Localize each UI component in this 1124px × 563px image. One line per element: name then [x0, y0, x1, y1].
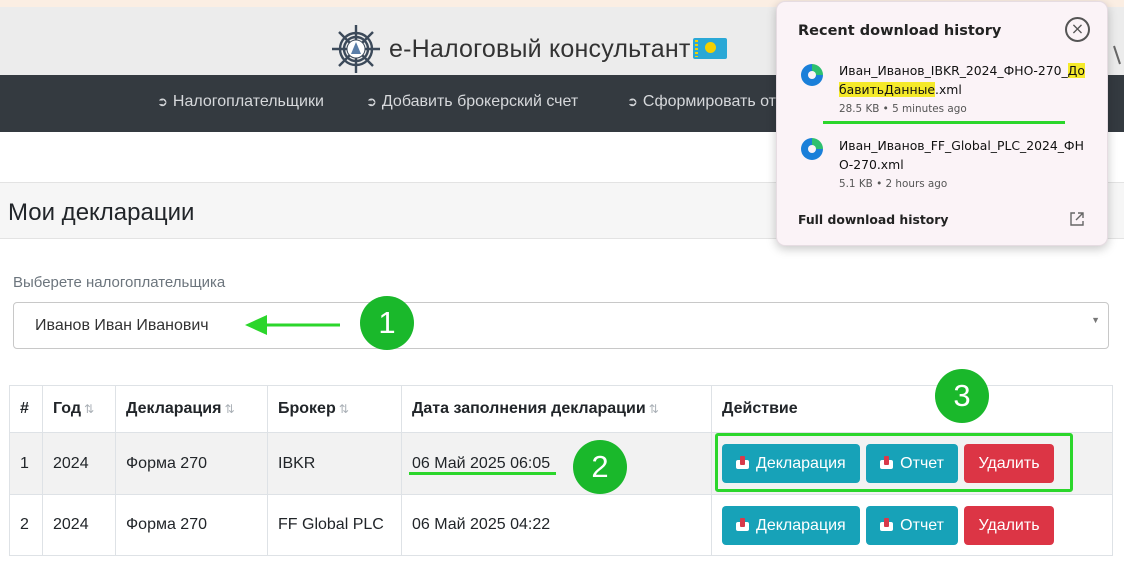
annotation-badge-3: 3: [935, 369, 989, 423]
nav-item-generate[interactable]: ➲ Сформировать от: [627, 93, 776, 111]
arrow-circle-icon: ➲: [366, 94, 377, 109]
sort-icon: ⇅: [84, 402, 95, 416]
row-num: 2: [9, 494, 43, 556]
annotation-underline-date: [409, 472, 556, 475]
taxpayer-select[interactable]: Иванов Иван Иванович ▼: [13, 302, 1109, 349]
row-broker: FF Global PLC: [267, 494, 402, 556]
download-history-popup: Recent download history × Иван_Иванов_IB…: [776, 1, 1108, 246]
row-broker: IBKR: [267, 432, 402, 495]
column-header-num: #: [9, 385, 43, 433]
download-item-2-name[interactable]: Иван_Иванов_FF_Global_PLC_2024_ФНО-270.x…: [839, 136, 1087, 174]
close-icon[interactable]: ×: [1065, 17, 1090, 42]
edge-browser-icon: [801, 138, 823, 160]
external-link-icon[interactable]: [1069, 211, 1085, 227]
site-title: е-Налоговый консультант: [389, 35, 691, 63]
annotation-badge-2: 2: [573, 440, 627, 494]
row-num: 1: [9, 432, 43, 495]
column-header-year[interactable]: Год ⇅: [42, 385, 116, 433]
download-box-icon: [880, 517, 894, 531]
kazakhstan-flag-icon: [693, 38, 727, 59]
row-actions: Декларация Отчет Удалить: [711, 494, 1113, 556]
row-form: Форма 270: [115, 432, 268, 495]
column-header-date[interactable]: Дата заполнения декларации ⇅: [401, 385, 712, 433]
report-button[interactable]: Отчет: [866, 505, 958, 545]
row-date: 06 Май 2025 06:05: [401, 432, 712, 495]
column-header-broker[interactable]: Брокер ⇅: [267, 385, 402, 433]
download-box-icon: [736, 517, 749, 531]
sort-icon: ⇅: [648, 402, 659, 416]
nav-item-add-broker[interactable]: ➲ Добавить брокерский счет: [366, 93, 578, 111]
delete-button[interactable]: Удалить: [964, 505, 1054, 545]
table-row: 2 2024 Форма 270 FF Global PLC 06 Май 20…: [9, 494, 1113, 556]
column-header-declaration[interactable]: Декларация ⇅: [115, 385, 268, 433]
sort-icon: ⇅: [338, 402, 349, 416]
page-title: Мои декларации: [8, 199, 195, 226]
arrow-circle-icon: ➲: [157, 94, 168, 109]
taxpayer-select-label: Выберете налогоплательщика: [13, 274, 226, 291]
sort-icon: ⇅: [224, 402, 235, 416]
row-year: 2024: [42, 432, 116, 495]
annotation-underline-download: [823, 121, 1065, 124]
full-download-history-link[interactable]: Full download history: [798, 212, 949, 227]
download-item-1-meta: 28.5 KB • 5 minutes ago: [839, 103, 967, 115]
download-item-1-name[interactable]: Иван_Иванов_IBKR_2024_ФНО-270_ДобавитьДа…: [839, 61, 1087, 99]
row-form: Форма 270: [115, 494, 268, 556]
column-header-action: Действие: [711, 385, 1113, 433]
taxpayer-select-value: Иванов Иван Иванович: [35, 317, 209, 334]
download-item-2-meta: 5.1 KB • 2 hours ago: [839, 178, 948, 190]
nav-item-taxpayers[interactable]: ➲ Налогоплательщики: [157, 93, 324, 111]
edge-partial-icon: [1113, 45, 1121, 65]
declaration-button[interactable]: Декларация: [722, 505, 860, 545]
edge-browser-icon: [801, 64, 823, 86]
caret-down-icon: ▼: [1091, 315, 1100, 325]
annotation-box-actions: [715, 433, 1073, 492]
row-date: 06 Май 2025 04:22: [401, 494, 712, 556]
download-history-title: Recent download history: [798, 23, 1002, 39]
annotation-badge-1: 1: [360, 296, 414, 350]
arrow-circle-icon: ➲: [627, 94, 638, 109]
annotation-arrow-left: [245, 315, 340, 335]
row-year: 2024: [42, 494, 116, 556]
ship-wheel-icon: [332, 25, 380, 73]
